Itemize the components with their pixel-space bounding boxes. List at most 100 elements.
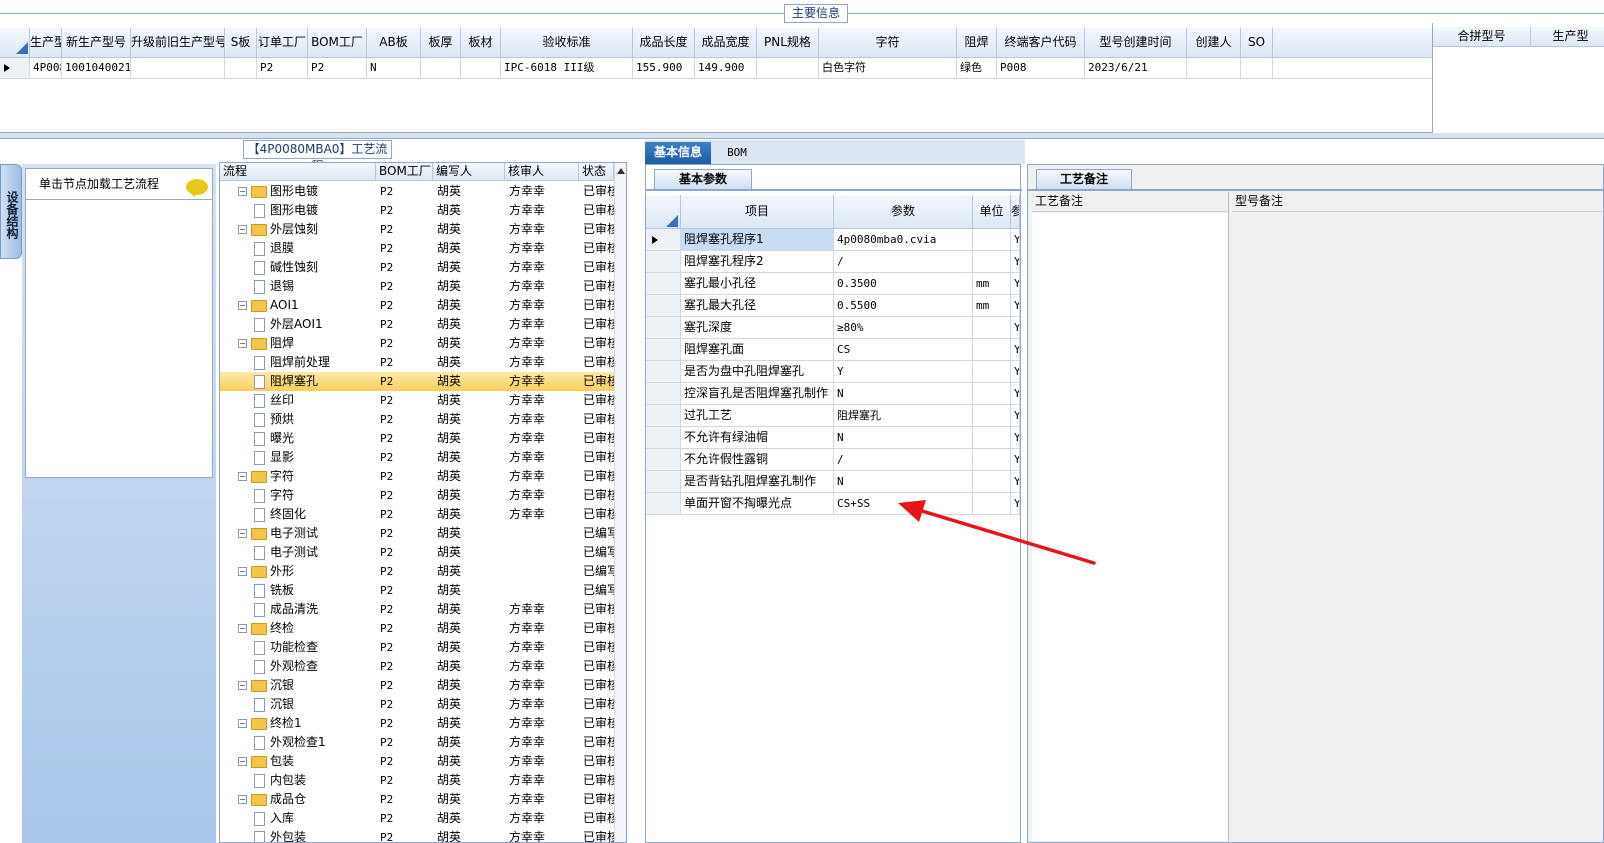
column-header[interactable]: 终端客户代码 — [997, 28, 1085, 58]
process-row[interactable]: 显影 P2 胡英 方幸幸 已审核 — [220, 448, 614, 467]
process-node[interactable]: − AOI1 — [238, 296, 376, 315]
process-node[interactable]: − 终检1 — [238, 714, 376, 733]
param-row[interactable]: 控深盲孔是否阻焊塞孔制作 N Y — [646, 383, 1020, 405]
param-column-header[interactable]: 参 — [1011, 195, 1020, 229]
collapse-icon[interactable]: − — [238, 301, 247, 310]
process-row[interactable]: − 阻焊 P2 胡英 方幸幸 已审核 — [220, 334, 614, 353]
column-header[interactable]: 成品宽度 — [695, 28, 757, 58]
param-row[interactable]: 不允许假性露铜 / Y — [646, 449, 1020, 471]
process-node[interactable]: 外观检查 — [254, 657, 376, 676]
row-indicator[interactable] — [646, 273, 681, 295]
param-param[interactable]: ≥80% — [834, 317, 973, 339]
param-column-header[interactable]: 项目 — [681, 195, 834, 229]
process-row[interactable]: 外层AOI1 P2 胡英 方幸幸 已审核 — [220, 315, 614, 334]
process-row[interactable]: 电子测试 P2 胡英 已编写 — [220, 543, 614, 562]
column-header[interactable]: 创建人 — [1187, 28, 1241, 58]
process-node[interactable]: 退膜 — [254, 239, 376, 258]
column-header[interactable]: 型号创建时间 — [1085, 28, 1187, 58]
process-node[interactable]: 阻焊前处理 — [254, 353, 376, 372]
collapse-icon[interactable]: − — [238, 681, 247, 690]
process-column-header[interactable]: BOM工厂 — [376, 163, 433, 181]
process-node[interactable]: 阻焊塞孔 — [254, 372, 376, 391]
process-column-header[interactable]: 核审人 — [505, 163, 579, 181]
tab-basic-info[interactable]: 基本信息 — [645, 142, 711, 164]
process-node[interactable]: 外观检查1 — [254, 733, 376, 752]
process-node[interactable]: − 沉银 — [238, 676, 376, 695]
row-indicator[interactable] — [0, 58, 30, 79]
tab-process-notes[interactable]: 工艺备注 — [1036, 169, 1132, 189]
collapse-icon[interactable]: − — [238, 719, 247, 728]
process-row[interactable]: 成品清洗 P2 胡英 方幸幸 已审核 — [220, 600, 614, 619]
param-row[interactable]: 塞孔深度 ≥80% Y — [646, 317, 1020, 339]
equipment-tree[interactable]: 单击节点加载工艺流程 — [25, 168, 213, 478]
cell[interactable]: P008 — [997, 58, 1085, 79]
column-header[interactable]: BOM工厂 — [308, 28, 367, 58]
row-indicator[interactable] — [646, 361, 681, 383]
param-row[interactable]: 是否为盘中孔阻焊塞孔 Y Y — [646, 361, 1020, 383]
row-indicator[interactable] — [646, 471, 681, 493]
process-node[interactable]: 字符 — [254, 486, 376, 505]
param-param[interactable]: 4p0080mba0.cvia — [834, 229, 973, 251]
process-node[interactable]: − 字符 — [238, 467, 376, 486]
process-node[interactable]: 退锡 — [254, 277, 376, 296]
equipment-structure-tab[interactable]: 设备结构 — [0, 164, 22, 259]
process-node[interactable]: − 阻焊 — [238, 334, 376, 353]
column-header[interactable]: 升级前旧生产型号 — [131, 28, 225, 58]
process-column-header[interactable]: 状态 — [579, 163, 614, 181]
param-param[interactable]: N — [834, 383, 973, 405]
process-row[interactable]: 外观检查 P2 胡英 方幸幸 已审核 — [220, 657, 614, 676]
process-flow-grid[interactable]: 流程BOM工厂编写人核审人状态 −图形电镀P2胡英方幸幸已审核图形电镀P2胡英方… — [219, 162, 627, 843]
cell[interactable] — [1187, 58, 1241, 79]
row-indicator[interactable] — [646, 339, 681, 361]
merged-column-header[interactable]: 生产型 — [1531, 27, 1604, 47]
param-row[interactable]: 塞孔最小孔径 0.3500 mm Y — [646, 273, 1020, 295]
column-header[interactable]: 生产型号 — [30, 28, 62, 58]
row-indicator[interactable] — [646, 317, 681, 339]
process-row[interactable]: 曝光 P2 胡英 方幸幸 已审核 — [220, 429, 614, 448]
row-indicator[interactable] — [646, 405, 681, 427]
column-header[interactable]: 订单工厂 — [257, 28, 308, 58]
process-row[interactable]: − 字符 P2 胡英 方幸幸 已审核 — [220, 467, 614, 486]
param-row[interactable]: 单面开窗不掏曝光点 CS+SS Y — [646, 493, 1020, 515]
collapse-icon[interactable]: − — [238, 757, 247, 766]
process-node[interactable]: − 成品仓 — [238, 790, 376, 809]
process-node[interactable]: 预烘 — [254, 410, 376, 429]
process-row[interactable]: 阻焊前处理 P2 胡英 方幸幸 已审核 — [220, 353, 614, 372]
cell[interactable] — [461, 58, 501, 79]
process-row[interactable]: 终固化 P2 胡英 方幸幸 已审核 — [220, 505, 614, 524]
process-node[interactable]: − 图形电镀 — [238, 182, 376, 201]
param-param[interactable]: Y — [834, 361, 973, 383]
process-row[interactable]: 入库 P2 胡英 方幸幸 已审核 — [220, 809, 614, 828]
process-row[interactable]: 预烘 P2 胡英 方幸幸 已审核 — [220, 410, 614, 429]
process-node[interactable]: − 外形 — [238, 562, 376, 581]
process-node[interactable]: 终固化 — [254, 505, 376, 524]
process-node[interactable]: 外层AOI1 — [254, 315, 376, 334]
collapse-icon[interactable]: − — [238, 795, 247, 804]
cell[interactable]: 2023/6/21 — [1085, 58, 1187, 79]
process-node[interactable]: 成品清洗 — [254, 600, 376, 619]
process-node[interactable]: 外包装 — [254, 828, 376, 842]
collapse-icon[interactable]: − — [238, 339, 247, 348]
cell[interactable]: IPC-6018 III级 — [501, 58, 633, 79]
process-node[interactable]: 铣板 — [254, 581, 376, 600]
cell[interactable] — [421, 58, 461, 79]
cell[interactable]: 149.900 — [695, 58, 757, 79]
collapse-icon[interactable]: − — [238, 472, 247, 481]
process-column-header[interactable]: 流程 — [220, 163, 376, 181]
row-indicator[interactable] — [646, 229, 681, 251]
process-node[interactable]: 沉银 — [254, 695, 376, 714]
param-param[interactable]: N — [834, 471, 973, 493]
cell[interactable] — [131, 58, 225, 79]
process-row[interactable]: 退锡 P2 胡英 方幸幸 已审核 — [220, 277, 614, 296]
row-indicator[interactable] — [646, 251, 681, 273]
param-row[interactable]: 不允许有绿油帽 N Y — [646, 427, 1020, 449]
row-indicator[interactable] — [646, 295, 681, 317]
cell[interactable]: P2 — [308, 58, 367, 79]
horizontal-splitter[interactable] — [0, 133, 1604, 139]
collapse-icon[interactable]: − — [238, 187, 247, 196]
process-row[interactable]: 内包装 P2 胡英 方幸幸 已审核 — [220, 771, 614, 790]
process-node[interactable]: 显影 — [254, 448, 376, 467]
param-param[interactable]: 0.3500 — [834, 273, 973, 295]
process-row[interactable]: 阻焊塞孔 P2 胡英 方幸幸 已审核 — [220, 372, 614, 391]
param-row[interactable]: 阻焊塞孔程序2/ Y — [646, 251, 1020, 273]
